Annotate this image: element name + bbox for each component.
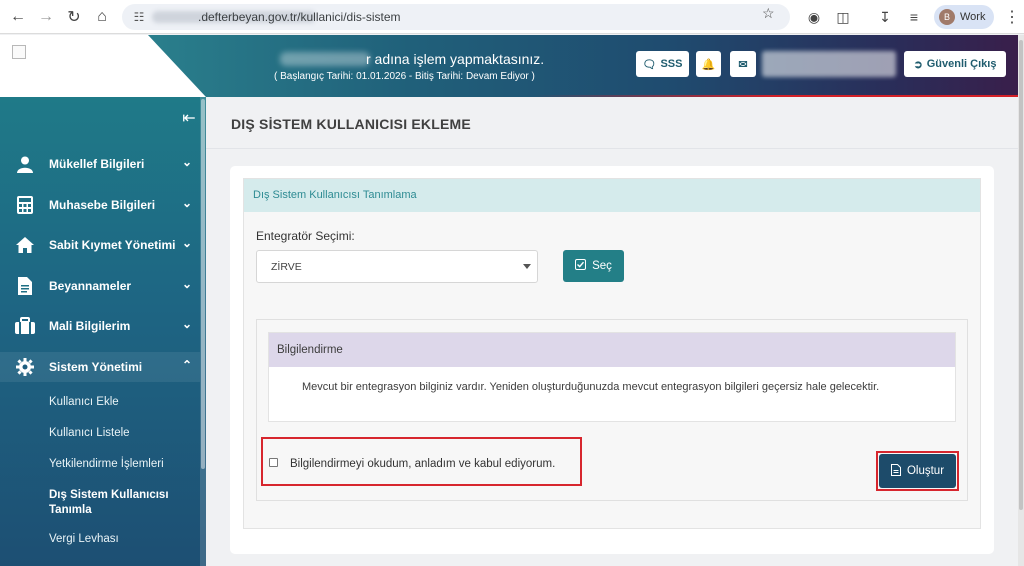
sidebar-item-label: Mükellef Bilgileri <box>49 157 145 171</box>
reading-list-icon[interactable]: ≡ <box>903 6 925 28</box>
avatar: B <box>939 9 955 25</box>
create-button[interactable]: Oluştur <box>879 454 956 488</box>
messages-button[interactable]: ✉ <box>730 51 756 77</box>
sidebar-item-label: Muhasebe Bilgileri <box>49 198 156 212</box>
info-title: Bilgilendirme <box>277 344 343 356</box>
create-button-label: Oluştur <box>906 465 945 477</box>
user-icon <box>14 154 36 174</box>
profile-button[interactable]: B Work <box>934 5 994 29</box>
check-square-icon <box>575 259 587 273</box>
redacted-user-info <box>762 51 896 77</box>
calculator-icon <box>14 195 36 215</box>
site-info-icon[interactable]: ☷ <box>130 8 148 26</box>
caret-down-icon <box>523 264 531 269</box>
document-icon <box>14 276 36 296</box>
sidebar-subitem-kullanici-ekle[interactable]: Kullanıcı Ekle <box>49 396 119 408</box>
sidebar: ⇤ Mükellef Bilgileri ⌄ Muhasebe Bilgiler… <box>0 97 206 566</box>
extension-cookie-icon[interactable]: ◉ <box>803 6 825 28</box>
divider <box>206 148 1024 149</box>
sidebar-item-beyannameler[interactable]: Beyannameler ⌄ <box>0 271 200 301</box>
select-button[interactable]: Seç <box>563 250 624 282</box>
profile-label: Work <box>960 11 986 23</box>
page-title: DIŞ SİSTEM KULLANICISI EKLEME <box>231 116 471 132</box>
bell-icon: 🔔 <box>701 58 716 71</box>
sidebar-item-label: Sabit Kıymet Yönetimi <box>49 238 176 252</box>
header-accent-line <box>206 95 1024 97</box>
faq-label: SSS <box>660 58 683 70</box>
sign-out-icon: ➲ <box>913 58 923 71</box>
briefcase-icon <box>14 316 36 336</box>
bookmark-star-icon[interactable]: ☆ <box>762 5 775 22</box>
chevron-down-icon: ⌄ <box>182 317 193 331</box>
sidebar-item-label: Sistem Yönetimi <box>49 360 143 374</box>
panel-title: Dış Sistem Kullanıcısı Tanımlama <box>253 189 417 201</box>
logout-label: Güvenli Çıkış <box>926 58 997 70</box>
consent-label[interactable]: Bilgilendirmeyi okudum, anladım ve kabul… <box>290 458 555 470</box>
acting-for-title: r adına işlem yapmaktasınız. <box>366 51 545 67</box>
info-message: Mevcut bir entegrasyon bilginiz vardır. … <box>302 381 880 393</box>
page-scrollbar-thumb[interactable] <box>1019 40 1023 510</box>
notification-button[interactable]: 🔔 <box>696 51 721 77</box>
sidebar-subitem-yetkilendirme[interactable]: Yetkilendirme İşlemleri <box>49 458 164 470</box>
redacted-company-name <box>280 52 370 66</box>
home-icon <box>14 235 36 255</box>
url-text: .defterbeyan.gov.tr/kullanici/dis-sistem <box>198 10 401 24</box>
integrator-selected-value: ZİRVE <box>271 261 302 273</box>
home-icon[interactable]: ⌂ <box>90 5 114 29</box>
downloads-icon[interactable]: ↧ <box>874 6 896 28</box>
logout-button[interactable]: ➲ Güvenli Çıkış <box>904 51 1006 77</box>
browser-toolbar: ← → ↻ ⌂ ☷ .defterbeyan.gov.tr/kullanici/… <box>0 0 1024 34</box>
sidebar-toggle-icon[interactable]: ⇤ <box>180 109 198 127</box>
sidebar-subitem-vergi-levhasi[interactable]: Vergi Levhası <box>49 533 119 545</box>
select-button-label: Seç <box>592 260 612 272</box>
extensions-puzzle-icon[interactable]: ◫ <box>832 6 854 28</box>
sidebar-item-sabit-kiymet[interactable]: Sabit Kıymet Yönetimi ⌄ <box>0 230 200 260</box>
envelope-icon: ✉ <box>738 58 748 71</box>
sidebar-item-muhasebe[interactable]: Muhasebe Bilgileri ⌄ <box>0 190 200 220</box>
chevron-down-icon: ⌄ <box>182 277 193 291</box>
chevron-up-icon: ⌃ <box>182 358 193 372</box>
file-icon <box>890 463 901 479</box>
broken-logo-image <box>12 45 26 59</box>
chevron-down-icon: ⌄ <box>182 155 193 169</box>
menu-dots-icon[interactable]: ⋮ <box>1000 5 1024 29</box>
chevron-down-icon: ⌄ <box>182 236 193 250</box>
faq-button[interactable]: 🗨 SSS <box>636 51 689 77</box>
sidebar-subitem-kullanici-listele[interactable]: Kullanıcı Listele <box>49 427 130 439</box>
reload-icon[interactable]: ↻ <box>62 5 86 29</box>
info-header <box>269 333 955 367</box>
address-bar[interactable]: ☷ .defterbeyan.gov.tr/kullanici/dis-sist… <box>122 4 790 30</box>
back-icon[interactable]: ← <box>6 5 30 29</box>
gear-icon <box>14 357 36 377</box>
sidebar-subitem-dis-sistem[interactable]: Dış Sistem Kullanıcısı Tanımla <box>49 488 189 518</box>
sidebar-item-mali-bilgilerim[interactable]: Mali Bilgilerim ⌄ <box>0 311 200 341</box>
sidebar-item-label: Mali Bilgilerim <box>49 319 131 333</box>
chevron-down-icon: ⌄ <box>182 196 193 210</box>
consent-checkbox[interactable] <box>269 458 278 467</box>
integrator-label: Entegratör Seçimi: <box>256 229 355 243</box>
sidebar-scrollbar-thumb[interactable] <box>201 99 205 469</box>
sidebar-item-mukellef[interactable]: Mükellef Bilgileri ⌄ <box>0 149 200 179</box>
sidebar-item-label: Beyannameler <box>49 279 132 293</box>
sidebar-item-sistem-yonetimi[interactable]: Sistem Yönetimi ⌃ <box>0 352 200 382</box>
period-subtitle: ( Başlangıç Tarihi: 01.01.2026 - Bitiş T… <box>274 71 535 82</box>
forward-icon[interactable]: → <box>34 5 58 29</box>
chat-icon: 🗨 <box>642 58 657 71</box>
